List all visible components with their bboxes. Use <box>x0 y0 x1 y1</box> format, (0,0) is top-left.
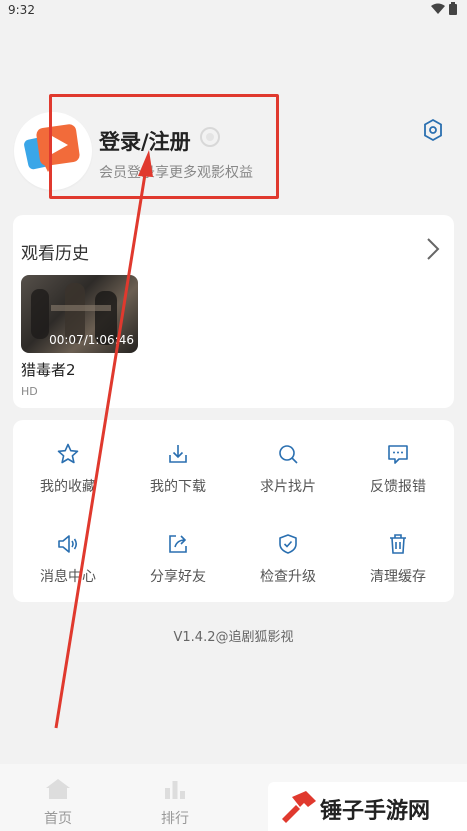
nav-label: 排行 <box>161 811 189 827</box>
hammer-logo-icon <box>282 791 316 823</box>
nav-item-home[interactable]: 首页 <box>28 778 88 828</box>
watermark: 锤子手游网 <box>268 782 467 831</box>
nav-label: 首页 <box>44 811 72 827</box>
annotation-arrow <box>54 150 153 729</box>
ranking-icon <box>165 781 185 799</box>
home-icon <box>46 779 70 799</box>
watermark-text: 锤子手游网 <box>320 799 431 824</box>
nav-item-ranking[interactable]: 排行 <box>145 778 205 828</box>
